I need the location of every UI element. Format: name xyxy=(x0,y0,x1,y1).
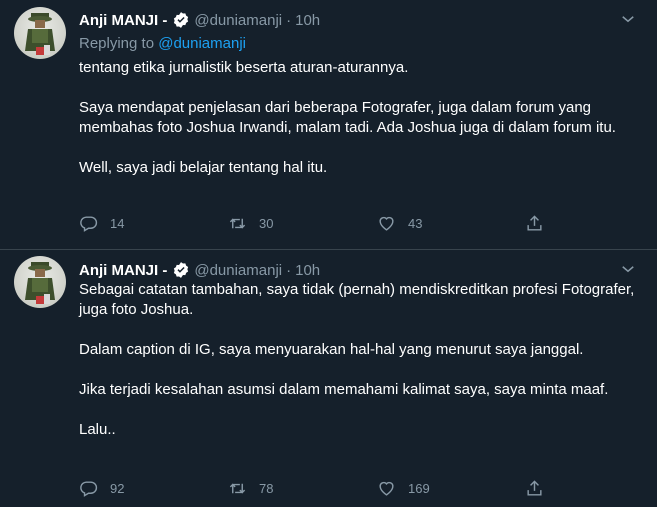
tweet-paragraph: Jika terjadi kesalahan asumsi dalam mema… xyxy=(79,381,609,398)
tweet-actions: 92 78 169 xyxy=(79,479,559,501)
verified-badge-icon xyxy=(174,262,189,278)
tweet-paragraph: Saya mendapat penjelasan dari beberapa F… xyxy=(79,99,616,136)
separator-dot: · xyxy=(286,261,292,279)
like-count: 169 xyxy=(408,481,430,496)
retweet-icon xyxy=(229,483,246,494)
author-name[interactable]: Anji MANJI - xyxy=(79,12,167,29)
retweet-icon xyxy=(229,218,246,229)
avatar-figure-icon xyxy=(25,13,55,55)
retweet-count: 78 xyxy=(259,481,274,496)
chevron-down-icon[interactable] xyxy=(619,10,637,28)
tweet-paragraph: Well, saya jadi belajar tentang hal itu. xyxy=(79,159,328,176)
reply-count: 92 xyxy=(110,481,125,496)
verified-badge-icon xyxy=(174,12,189,28)
reply-button[interactable]: 92 xyxy=(79,479,124,498)
heart-icon xyxy=(379,481,394,496)
tweet-2[interactable]: Anji MANJI - @duniamanji · 10h Sebagai c… xyxy=(0,250,657,507)
tweet-text: Sebagai catatan tambahan, saya tidak (pe… xyxy=(79,280,645,460)
reply-icon xyxy=(80,216,98,232)
retweet-button[interactable]: 78 xyxy=(228,479,273,498)
reply-count: 14 xyxy=(110,216,125,231)
tweet-text: tentang etika jurnalistik beserta aturan… xyxy=(79,58,645,198)
share-icon xyxy=(527,480,542,496)
tweet-time[interactable]: 10h xyxy=(295,262,320,279)
author-handle[interactable]: @duniamanji xyxy=(194,262,282,279)
share-button[interactable] xyxy=(525,479,556,498)
tweet-header: Anji MANJI - @duniamanji · 10h xyxy=(79,260,320,280)
reply-icon xyxy=(80,481,98,497)
avatar-figure-icon xyxy=(25,262,55,304)
avatar[interactable] xyxy=(14,7,66,59)
like-count: 43 xyxy=(408,216,423,231)
heart-icon xyxy=(379,216,394,231)
reply-button[interactable]: 14 xyxy=(79,214,124,233)
tweet-paragraph: tentang etika jurnalistik beserta aturan… xyxy=(79,59,409,76)
replying-to-link[interactable]: @duniamanji xyxy=(158,35,246,52)
like-button[interactable]: 169 xyxy=(377,479,430,498)
separator-dot: · xyxy=(286,11,292,29)
tweet-time[interactable]: 10h xyxy=(295,12,320,29)
tweet-paragraph: Dalam caption di IG, saya menyuarakan ha… xyxy=(79,341,584,358)
tweet-paragraph: Sebagai catatan tambahan, saya tidak (pe… xyxy=(79,281,635,318)
avatar[interactable] xyxy=(14,256,66,308)
retweet-button[interactable]: 30 xyxy=(228,214,273,233)
tweet-1[interactable]: Anji MANJI - @duniamanji · 10h Replying … xyxy=(0,0,657,250)
share-button[interactable] xyxy=(525,214,556,233)
replying-to: Replying to @duniamanji xyxy=(79,35,246,52)
tweet-paragraph: Lalu.. xyxy=(79,421,116,438)
author-handle[interactable]: @duniamanji xyxy=(194,12,282,29)
tweet-header: Anji MANJI - @duniamanji · 10h xyxy=(79,10,320,30)
author-name[interactable]: Anji MANJI - xyxy=(79,262,167,279)
retweet-count: 30 xyxy=(259,216,274,231)
tweet-actions: 14 30 43 xyxy=(79,214,559,236)
replying-to-label: Replying to xyxy=(79,35,155,52)
like-button[interactable]: 43 xyxy=(377,214,422,233)
share-icon xyxy=(527,215,542,231)
chevron-down-icon[interactable] xyxy=(619,260,637,278)
